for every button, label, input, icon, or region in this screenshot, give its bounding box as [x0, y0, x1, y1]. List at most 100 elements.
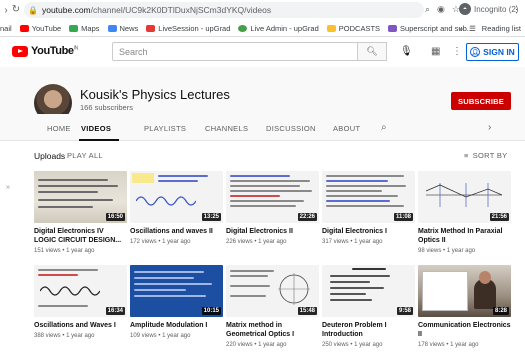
- bookmark-label: LiveSession - upGrad: [158, 23, 231, 33]
- active-tab-indicator: [79, 139, 119, 141]
- bookmark-news[interactable]: News: [107, 23, 139, 33]
- browser-toolbar: › ↻ 🔒 youtube.com /channel/UC9k2K0DTlDux…: [0, 0, 525, 20]
- channel-search-icon[interactable]: ⌕: [381, 122, 387, 133]
- logo-region: IN: [73, 45, 79, 52]
- browser-menu-icon[interactable]: ⋮: [512, 4, 521, 15]
- bookmark-label: News: [119, 23, 139, 33]
- video-meta: 151 views • 1 year ago: [34, 248, 95, 254]
- video-card[interactable]: 15:48 Matrix method in Geometrical Optic…: [226, 265, 319, 349]
- video-card[interactable]: 21:56 Matrix Method In Paraxial Optics I…: [418, 171, 511, 255]
- video-card[interactable]: 11:08 Digital Electronics I 317 views • …: [322, 171, 415, 246]
- video-duration: 13:25: [201, 213, 221, 221]
- bookmark-gmail[interactable]: nail: [0, 24, 12, 33]
- maps-icon: [69, 24, 79, 32]
- search-button[interactable]: 🔍︎: [357, 42, 387, 61]
- reload-icon[interactable]: ↻: [11, 4, 21, 15]
- tab-about[interactable]: ABOUT: [333, 124, 360, 133]
- video-thumbnail[interactable]: 13:25: [130, 171, 223, 223]
- video-meta: 317 views • 1 year ago: [322, 239, 383, 245]
- bookmark-label: PODCASTS: [338, 23, 381, 33]
- tab-channels[interactable]: CHANNELS: [205, 124, 248, 133]
- bookmark-podcasts[interactable]: PODCASTS: [326, 23, 381, 33]
- sort-by-button[interactable]: ≡ SORT BY: [464, 151, 507, 160]
- video-title[interactable]: Matrix Method In Paraxial Optics II: [418, 227, 511, 245]
- video-duration: 9:58: [396, 307, 413, 315]
- sign-in-button[interactable]: 👤︎ SIGN IN: [466, 43, 519, 61]
- video-thumbnail[interactable]: 8:28: [418, 265, 511, 317]
- reading-list-icon: ☰: [469, 24, 476, 33]
- video-meta: 172 views • 1 year ago: [130, 239, 191, 245]
- video-card[interactable]: 13:25 Oscillations and waves II 172 view…: [130, 171, 223, 246]
- bookmark-label: Live Admin - upGrad: [250, 23, 319, 33]
- bookmark-maps[interactable]: Maps: [69, 23, 100, 33]
- tab-videos[interactable]: VIDEOS: [81, 124, 111, 133]
- bookmarks-bar: nail YouTube Maps News LiveSession - upG…: [0, 20, 525, 37]
- bookmark-label: nail: [0, 23, 12, 33]
- settings-more-icon[interactable]: ⋮: [452, 46, 462, 57]
- video-thumbnail[interactable]: 16:50: [34, 171, 127, 223]
- chevron-right-icon[interactable]: ›: [488, 122, 491, 133]
- tab-discussion[interactable]: DISCUSSION: [266, 124, 316, 133]
- video-title[interactable]: Oscillations and waves II: [130, 227, 223, 236]
- bookmark-live-admin[interactable]: Live Admin - upGrad: [238, 23, 319, 33]
- profile-button[interactable]: ◓ Incognito (2): [459, 3, 518, 15]
- address-bar[interactable]: 🔒 youtube.com /channel/UC9k2K0DTlDuxNjSC…: [24, 2, 424, 18]
- video-thumbnail[interactable]: 9:58: [322, 265, 415, 317]
- video-card[interactable]: 9:58 Deuteron Problem I Introduction 250…: [322, 265, 415, 349]
- video-meta: 109 views • 1 year ago: [130, 333, 191, 339]
- video-title[interactable]: Matrix method in Geometrical Optics I: [226, 321, 319, 339]
- subscribe-button[interactable]: SUBSCRIBE: [451, 92, 511, 110]
- forward-icon[interactable]: ›: [1, 5, 11, 16]
- tab-home[interactable]: HOME: [47, 124, 71, 133]
- search-input[interactable]: Search: [112, 42, 376, 61]
- video-thumbnail[interactable]: 21:56: [418, 171, 511, 223]
- tab-playlists[interactable]: PLAYLISTS: [144, 124, 186, 133]
- video-title[interactable]: Digital Electronics IV LOGIC CIRCUIT DES…: [34, 227, 127, 245]
- video-duration: 8:28: [492, 307, 509, 315]
- video-thumbnail[interactable]: 15:48: [226, 265, 319, 317]
- video-title[interactable]: Digital Electronics II: [226, 227, 319, 236]
- folder-icon: [326, 24, 336, 32]
- video-title[interactable]: Oscillations and Waves I: [34, 321, 127, 330]
- video-duration: 22:26: [297, 213, 317, 221]
- uploads-title: Uploads: [34, 151, 66, 161]
- video-meta: 250 views • 1 year ago: [322, 342, 383, 348]
- bookmarks-right: » ☰ Reading list: [459, 24, 521, 33]
- youtube-play-icon: [12, 45, 28, 57]
- video-meta: 388 views • 1 year ago: [34, 333, 95, 339]
- url-path: /channel/UC9k2K0DTlDuxNjSCm3dYKQ/videos: [90, 5, 272, 15]
- video-thumbnail[interactable]: 11:08: [322, 171, 415, 223]
- bookmark-label: Maps: [81, 23, 100, 33]
- microphone-icon[interactable]: 🎙︎: [400, 46, 413, 57]
- apps-grid-icon[interactable]: ▦: [431, 46, 440, 57]
- bookmark-youtube[interactable]: YouTube: [19, 23, 62, 33]
- video-title[interactable]: Digital Electronics I: [322, 227, 415, 236]
- bookmark-label: YouTube: [31, 23, 62, 33]
- video-thumbnail[interactable]: 16:34: [34, 265, 127, 317]
- video-thumbnail[interactable]: 10:15: [130, 265, 223, 317]
- video-title[interactable]: Communication Electronics II: [418, 321, 511, 339]
- video-thumbnail[interactable]: 22:26: [226, 171, 319, 223]
- video-meta: 178 views • 1 year ago: [418, 342, 479, 348]
- eye-off-icon[interactable]: ◉: [437, 4, 445, 15]
- reading-list-button[interactable]: Reading list: [482, 24, 521, 33]
- video-duration: 15:48: [297, 307, 317, 315]
- logo-text: YouTube: [31, 45, 74, 57]
- search-page-icon[interactable]: ⌕: [425, 4, 430, 15]
- lock-icon: 🔒: [28, 5, 38, 15]
- video-card[interactable]: 10:15 Amplitude Modulation I 109 views •…: [130, 265, 223, 340]
- youtube-logo[interactable]: YouTubeIN: [12, 45, 78, 57]
- video-card[interactable]: 16:50 Digital Electronics IV LOGIC CIRCU…: [34, 171, 127, 255]
- play-all-button[interactable]: PLAY ALL: [67, 151, 103, 160]
- bookmark-livesession[interactable]: LiveSession - upGrad: [146, 24, 230, 33]
- news-icon: [107, 24, 117, 32]
- video-card[interactable]: 22:26 Digital Electronics II 226 views •…: [226, 171, 319, 246]
- address-bar-actions: ⌕ ◉ ☆: [425, 4, 460, 15]
- user-circle-icon: 👤︎: [470, 47, 481, 57]
- video-card[interactable]: 8:28 Communication Electronics II 178 vi…: [418, 265, 511, 349]
- video-title[interactable]: Amplitude Modulation I: [130, 321, 223, 330]
- document-icon: [388, 24, 398, 32]
- bookmarks-overflow-icon[interactable]: »: [459, 24, 463, 33]
- video-card[interactable]: 16:34 Oscillations and Waves I 388 views…: [34, 265, 127, 340]
- video-title[interactable]: Deuteron Problem I Introduction: [322, 321, 415, 339]
